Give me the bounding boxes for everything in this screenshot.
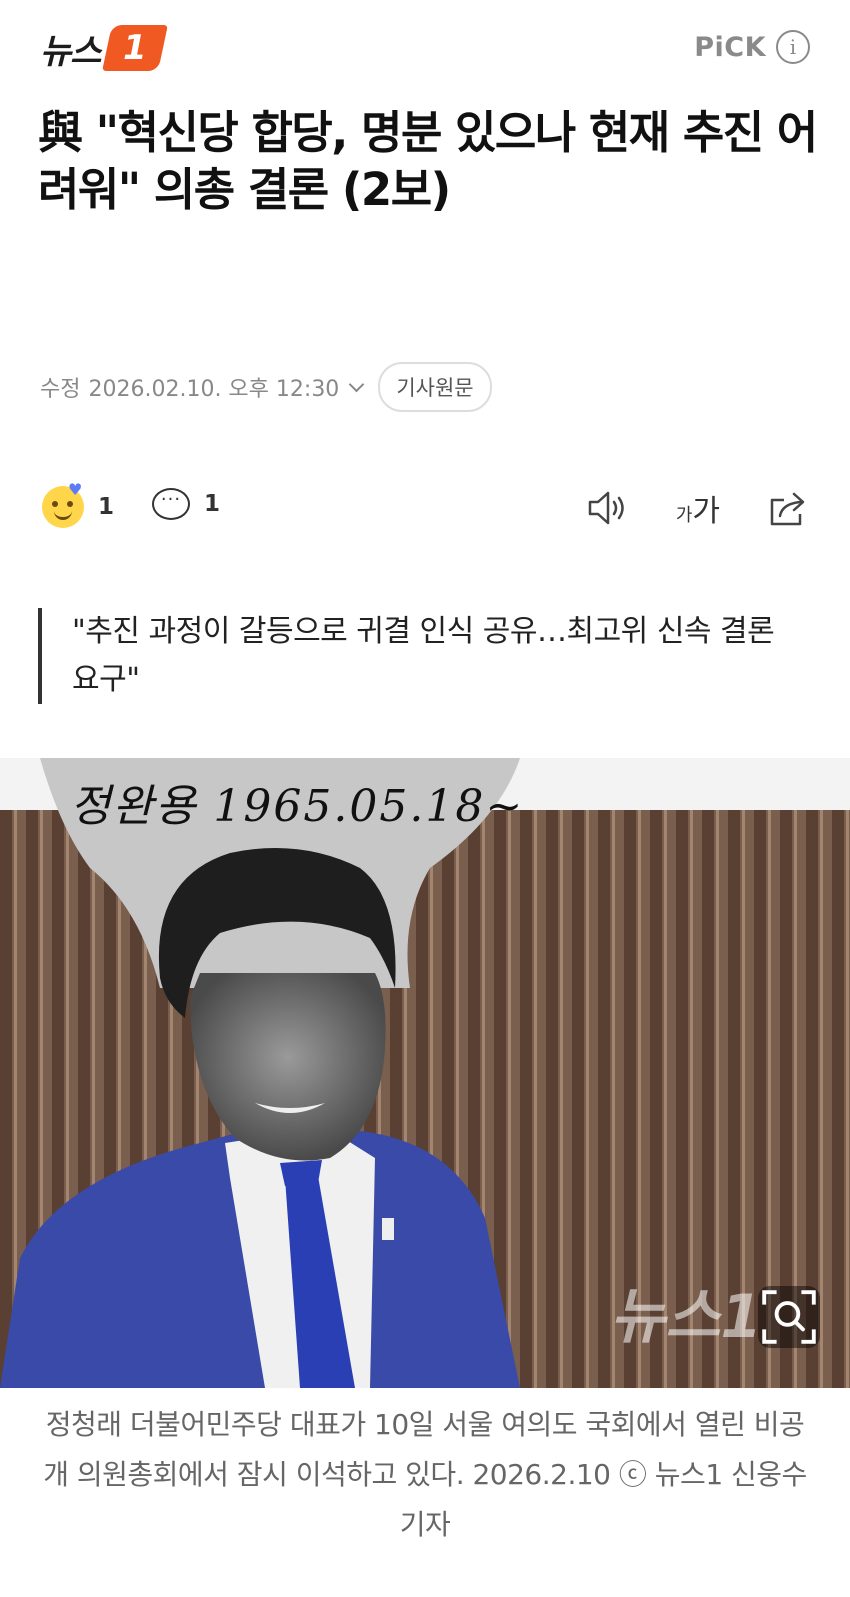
pick-label: PiCK <box>694 31 766 63</box>
article-date: 2026.02.10. 오후 12:30 <box>88 377 340 402</box>
logo-text: 뉴스 <box>40 31 102 72</box>
comment-button[interactable]: ··· 1 <box>152 488 220 520</box>
zoom-icon[interactable] <box>758 1286 820 1348</box>
chevron-down-icon[interactable] <box>349 376 365 392</box>
article-subtitle-quote: "추진 과정이 갈등으로 귀결 인식 공유…최고위 신속 결론 요구" <box>38 608 808 704</box>
original-article-button[interactable]: 기사원문 <box>378 362 492 412</box>
article-meta: 수정 2026.02.10. 오후 12:30 기사원문 <box>40 362 492 412</box>
tool-icons: 가가 <box>586 486 810 530</box>
comment-count: 1 <box>204 491 221 517</box>
logo-badge: 1 <box>101 25 168 71</box>
share-icon[interactable] <box>766 488 810 528</box>
action-bar: ♥ 1 ··· 1 가가 <box>0 480 850 540</box>
news1-logo[interactable]: 뉴스 1 <box>40 24 168 72</box>
top-header: 뉴스 1 PiCK i <box>0 0 850 100</box>
reaction-count: 1 <box>98 494 115 520</box>
article-title: 與 "혁신당 합당, 명분 있으나 현재 추진 어려워" 의총 결론 (2보) <box>38 106 818 216</box>
info-icon[interactable]: i <box>776 30 810 64</box>
speaker-icon[interactable] <box>586 488 630 528</box>
photo-signature: 정완용 1965.05.18~ <box>70 781 525 832</box>
photo-watermark: 뉴스1 <box>610 1282 763 1352</box>
font-size-button[interactable]: 가가 <box>676 486 720 530</box>
article-photo[interactable]: 정완용 1965.05.18~ 뉴스1 <box>0 758 850 1388</box>
pick-badge[interactable]: PiCK i <box>694 30 810 64</box>
photo-caption: 정청래 더불어민주당 대표가 10일 서울 여의도 국회에서 열린 비공개 의원… <box>43 1408 807 1541</box>
reaction-button[interactable]: ♥ 1 <box>42 480 115 528</box>
smile-emoji-icon: ♥ <box>42 480 84 528</box>
modified-label: 수정 <box>40 377 81 402</box>
comment-bubble-icon: ··· <box>152 488 190 520</box>
